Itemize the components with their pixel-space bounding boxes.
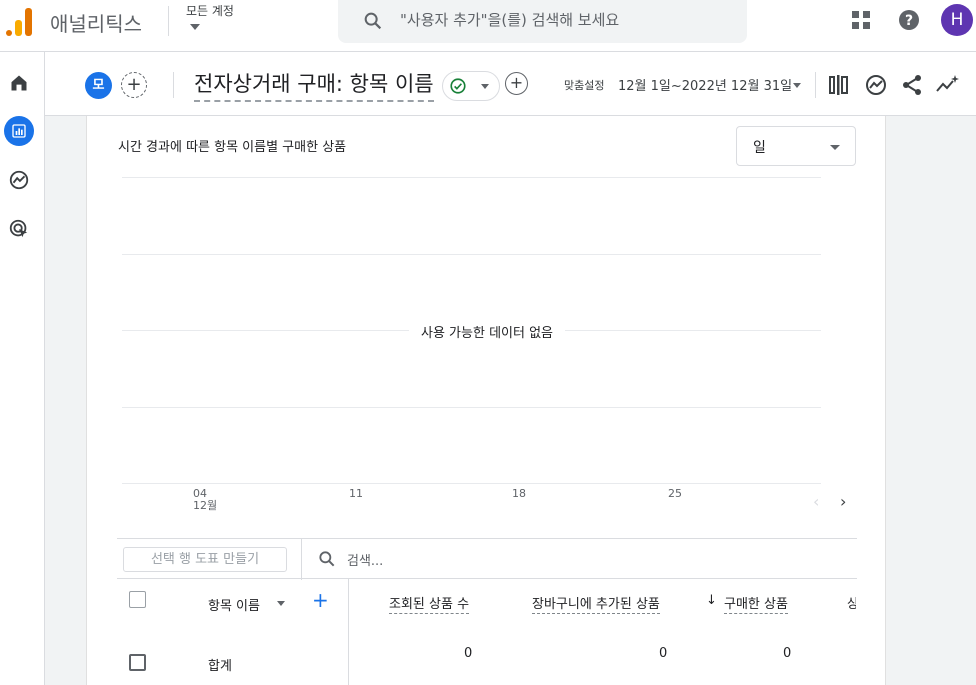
date-range-picker[interactable]: 12월 1일~2022년 12월 31일 <box>618 75 792 94</box>
nav-explore[interactable] <box>4 165 34 195</box>
total-items-viewed: 0 <box>464 646 473 661</box>
chart-gridline <box>122 177 821 178</box>
report-card: 시간 경과에 따른 항목 이름별 구매한 상품 일 사용 가능한 데이터 없음 … <box>86 116 886 685</box>
bar-chart-icon <box>12 124 26 138</box>
total-items-added-to-cart: 0 <box>659 646 668 661</box>
table-search-input[interactable]: 검색... <box>347 550 383 569</box>
total-label: 합계 <box>208 659 232 674</box>
segment-chip[interactable]: 모 <box>85 72 112 99</box>
left-nav <box>0 52 45 685</box>
granularity-value: 일 <box>753 140 766 156</box>
divider <box>348 579 349 685</box>
column-header-truncated[interactable]: 상 <box>847 593 856 612</box>
advertising-icon <box>9 219 28 238</box>
nav-home[interactable] <box>4 68 34 98</box>
share-icon[interactable] <box>900 73 924 97</box>
granularity-select[interactable]: 일 <box>736 126 856 166</box>
nav-reports[interactable] <box>4 116 34 146</box>
chart-gridline <box>122 407 821 408</box>
chevron-down-icon <box>830 145 840 150</box>
x-tick: 11 <box>349 487 363 500</box>
top-bar: 애널리틱스 모든 계정 "사용자 추가"을(를) 검색해 보세요 ? H <box>0 0 976 52</box>
total-row-checkbox[interactable] <box>129 654 146 671</box>
account-dropdown-icon[interactable] <box>190 24 200 30</box>
column-header-items-viewed[interactable]: 조회된 상품 수 <box>389 593 470 614</box>
divider <box>173 72 174 98</box>
column-header-items-purchased[interactable]: 구매한 상품 <box>724 593 788 614</box>
divider <box>815 72 816 98</box>
compare-columns-icon[interactable] <box>827 73 851 97</box>
report-header: 모 + 전자상거래 구매: 항목 이름 + 맞춤설정 12월 1일~2022년 … <box>45 52 976 116</box>
page-title[interactable]: 전자상거래 구매: 항목 이름 <box>194 68 434 102</box>
divider <box>301 539 302 580</box>
chart-gridline <box>122 483 821 484</box>
search-icon <box>364 12 382 30</box>
x-tick: 18 <box>512 487 526 500</box>
app-name: 애널리틱스 <box>50 12 142 36</box>
account-selector-label[interactable]: 모든 계정 <box>186 2 234 19</box>
date-range-label: 맞춤설정 <box>564 79 605 92</box>
check-circle-icon <box>450 78 466 94</box>
avatar[interactable]: H <box>941 4 973 36</box>
insights-icon[interactable] <box>864 73 888 97</box>
explore-icon <box>9 170 29 190</box>
home-icon <box>11 75 27 91</box>
divider <box>168 6 169 36</box>
report-status-chip[interactable] <box>442 71 500 101</box>
select-all-checkbox[interactable] <box>129 591 146 608</box>
sparkle-trend-icon[interactable] <box>935 73 959 97</box>
chevron-down-icon[interactable] <box>793 83 801 88</box>
apps-grid-icon[interactable] <box>849 8 873 32</box>
sort-arrow-icon: ↓ <box>706 593 717 608</box>
chevron-down-icon[interactable] <box>277 601 285 606</box>
chart-next-button[interactable]: › <box>840 492 846 511</box>
column-header-items-added-to-cart[interactable]: 장바구니에 추가된 상품 <box>532 593 660 614</box>
global-search[interactable]: "사용자 추가"을(를) 검색해 보세요 <box>338 0 747 43</box>
add-comparison-button[interactable]: + <box>121 72 147 98</box>
search-input[interactable]: "사용자 추가"을(를) 검색해 보세요 <box>400 9 619 30</box>
total-items-purchased: 0 <box>783 646 792 661</box>
no-data-message: 사용 가능한 데이터 없음 <box>87 322 887 341</box>
analytics-logo[interactable] <box>4 4 32 36</box>
help-icon[interactable]: ? <box>897 8 921 32</box>
x-tick: 25 <box>668 487 682 500</box>
chart-gridline <box>122 254 821 255</box>
x-tick: 04 12월 <box>193 487 218 512</box>
nav-advertising[interactable] <box>4 214 34 244</box>
search-icon <box>319 551 335 567</box>
chevron-down-icon <box>481 84 489 89</box>
add-report-button[interactable]: + <box>505 72 528 95</box>
table-toolbar: 선택 행 도표 만들기 검색... <box>117 538 857 580</box>
dimension-header[interactable]: 항목 이름 <box>208 595 260 614</box>
chart-title: 시간 경과에 따른 항목 이름별 구매한 상품 <box>118 140 347 155</box>
chart-prev-button[interactable]: ‹ <box>813 492 819 511</box>
add-dimension-button[interactable]: + <box>312 590 329 610</box>
svg-text:?: ? <box>905 13 913 29</box>
create-plot-button[interactable]: 선택 행 도표 만들기 <box>123 547 287 572</box>
